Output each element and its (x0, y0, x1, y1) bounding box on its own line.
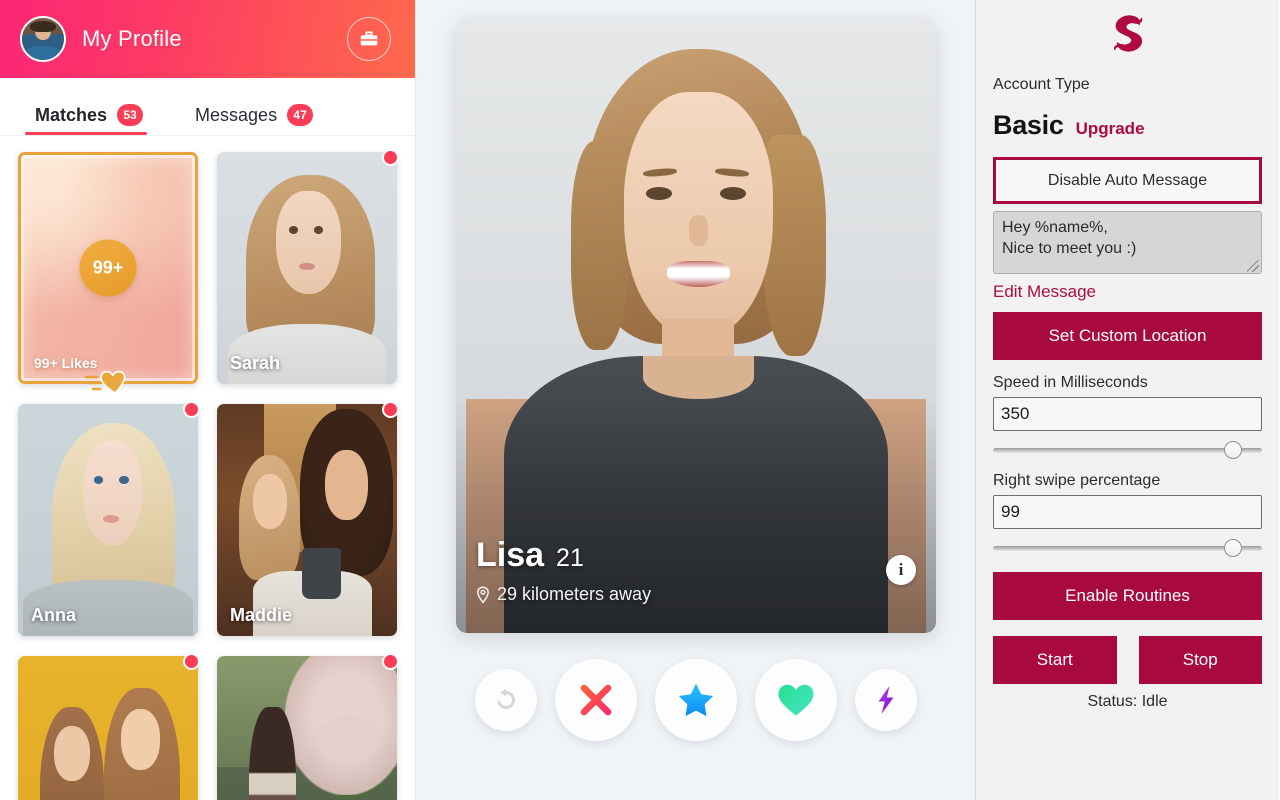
rewind-button[interactable] (475, 669, 537, 731)
speed-slider-track (993, 448, 1262, 453)
tab-matches[interactable]: Matches 53 (25, 104, 153, 135)
match-name: Anna (31, 605, 76, 625)
tab-matches-badge: 53 (117, 104, 144, 126)
match-name: Sarah (230, 353, 281, 373)
plan-row: Basic Upgrade (993, 110, 1262, 141)
match-card-anna[interactable]: Anna (18, 401, 200, 636)
profile-distance: 29 kilometers away (497, 584, 652, 604)
likes-count-bubble: 99+ (79, 239, 137, 297)
speed-slider[interactable] (993, 441, 1262, 459)
like-button[interactable] (755, 659, 837, 741)
x-icon (580, 684, 612, 716)
match-photo: Maddie (217, 404, 397, 636)
speed-input[interactable] (993, 397, 1262, 431)
tab-matches-label: Matches (35, 104, 108, 125)
stop-button[interactable]: Stop (1138, 636, 1262, 684)
control-panel: Account Type Basic Upgrade Disable Auto … (975, 0, 1279, 800)
heart-icon (778, 684, 814, 716)
location-pin-icon (477, 585, 489, 604)
profile-info: Lisa 21 29 kilometers away (476, 536, 651, 605)
s-logo-icon (993, 0, 1262, 72)
avatar[interactable] (20, 16, 66, 62)
boost-button[interactable] (855, 669, 917, 731)
swipe-panel: Lisa 21 29 kilometers away i (415, 0, 975, 800)
start-stop-row: Start Stop (993, 636, 1262, 684)
avatar-shirt (25, 45, 61, 60)
match-name: Maddie (230, 605, 293, 625)
match-photo: Sarah (217, 152, 397, 384)
match-photo-art (18, 656, 198, 800)
right-swipe-slider-track (993, 546, 1262, 551)
tabs-bar: Matches 53 Messages 47 (0, 78, 415, 136)
resize-grip[interactable] (1247, 260, 1259, 272)
new-match-dot (382, 401, 399, 418)
match-card-likes[interactable]: 99+ 99+ Likes (18, 152, 198, 395)
bolt-icon (878, 686, 894, 714)
briefcase-button[interactable] (347, 17, 391, 61)
enable-routines-button[interactable]: Enable Routines (993, 572, 1262, 620)
profile-distance-row: 29 kilometers away (476, 584, 651, 605)
briefcase-icon (360, 31, 378, 46)
new-match-dot (183, 653, 200, 670)
plan-name: Basic (993, 110, 1064, 140)
profile-card[interactable]: Lisa 21 29 kilometers away i (456, 18, 936, 633)
auto-message-textarea[interactable]: Hey %name%, Nice to meet you :) (993, 211, 1262, 274)
status-label: Status: Idle (1087, 693, 1168, 710)
avatar-hair (30, 21, 56, 33)
star-icon (678, 683, 714, 717)
superlike-button[interactable] (655, 659, 737, 741)
disable-auto-message-button[interactable]: Disable Auto Message (993, 157, 1262, 204)
right-swipe-label: Right swipe percentage (993, 472, 1161, 489)
nope-button[interactable] (555, 659, 637, 741)
tab-messages[interactable]: Messages 47 (185, 104, 323, 135)
rewind-icon (497, 688, 515, 709)
tab-messages-label: Messages (195, 104, 278, 125)
match-photo-art (217, 656, 397, 800)
right-swipe-slider-thumb[interactable] (1223, 539, 1242, 557)
match-grid: 99+ 99+ Likes Sarah Anna Maddie (0, 136, 415, 800)
swipe-actions (456, 658, 936, 742)
edit-message-link[interactable]: Edit Message (993, 282, 1262, 302)
profile-age: 21 (556, 544, 584, 572)
profile-header: My Profile (0, 0, 415, 78)
app-root: My Profile Matches 53 Messages 47 99+ 99… (0, 0, 1280, 800)
match-photo: Anna (18, 404, 198, 636)
profile-name-row: Lisa 21 (476, 536, 651, 575)
right-swipe-input[interactable] (993, 495, 1262, 529)
likes-card-surface: 99+ 99+ Likes (18, 152, 198, 384)
profile-title: My Profile (82, 26, 182, 51)
gold-heart-icon (84, 366, 132, 401)
set-custom-location-button[interactable]: Set Custom Location (993, 312, 1262, 360)
speed-label: Speed in Milliseconds (993, 374, 1148, 391)
match-photo-art (217, 152, 397, 384)
new-match-dot (183, 401, 200, 418)
match-photo (217, 656, 397, 800)
match-card-6[interactable] (217, 653, 399, 800)
matches-panel: My Profile Matches 53 Messages 47 99+ 99… (0, 0, 415, 800)
upgrade-link[interactable]: Upgrade (1076, 119, 1145, 139)
match-photo-art (18, 404, 198, 636)
match-card-maddie[interactable]: Maddie (217, 401, 399, 636)
match-card-sarah[interactable]: Sarah (217, 149, 399, 384)
speed-slider-thumb[interactable] (1223, 441, 1242, 459)
tab-messages-badge: 47 (287, 104, 314, 126)
match-photo-art (217, 404, 397, 636)
right-swipe-slider[interactable] (993, 539, 1262, 557)
new-match-dot (382, 149, 399, 166)
profile-info-button[interactable]: i (886, 555, 916, 585)
auto-message-text: Hey %name%, Nice to meet you :) (1002, 219, 1137, 258)
start-button[interactable]: Start (993, 636, 1117, 684)
account-type-label: Account Type (993, 76, 1090, 93)
profile-name: Lisa (476, 536, 545, 574)
match-photo (18, 656, 198, 800)
match-card-5[interactable] (18, 653, 200, 800)
new-match-dot (382, 653, 399, 670)
